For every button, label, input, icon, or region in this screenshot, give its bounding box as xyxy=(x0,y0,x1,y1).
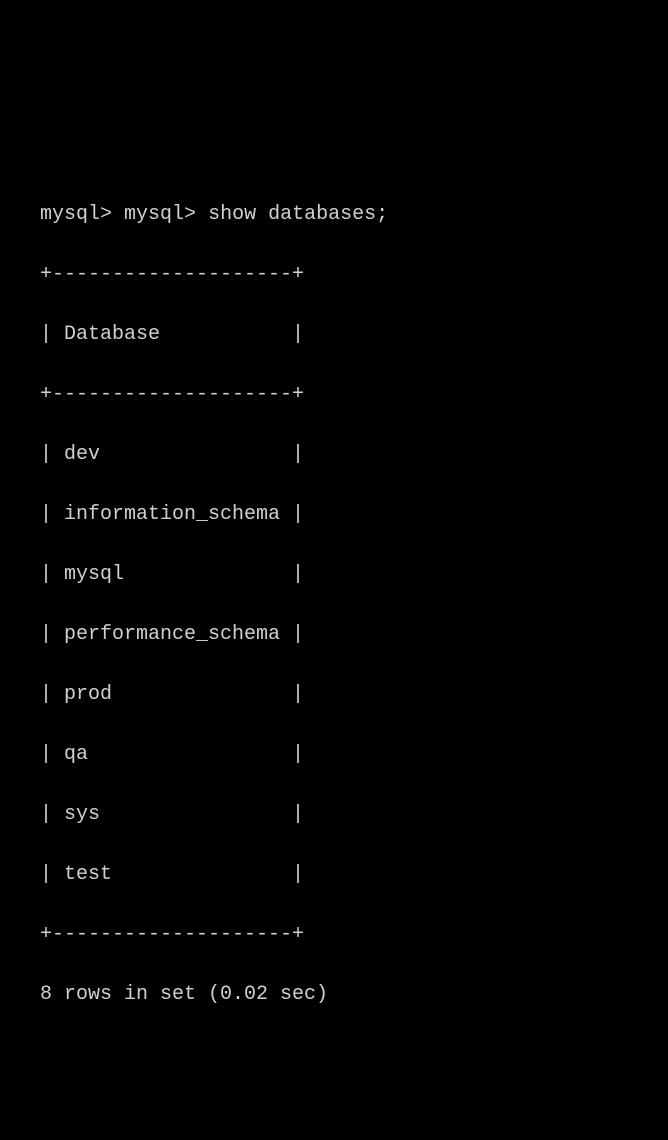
table-border-mid: +--------------------+ xyxy=(40,380,628,410)
command-line: mysql> mysql> show databases; xyxy=(40,200,628,230)
prompt: mysql> xyxy=(40,203,112,226)
table-border-top: +--------------------+ xyxy=(40,260,628,290)
result-footer: 8 rows in set (0.02 sec) xyxy=(40,980,628,1010)
prompt: mysql> xyxy=(124,203,196,226)
terminal-output[interactable]: mysql> mysql> show databases; +---------… xyxy=(40,170,628,1040)
table-row: | mysql | xyxy=(40,560,628,590)
table-row: | prod | xyxy=(40,680,628,710)
table-row: | qa | xyxy=(40,740,628,770)
table-row: | sys | xyxy=(40,800,628,830)
table-row: | dev | xyxy=(40,440,628,470)
table-header: | Database | xyxy=(40,320,628,350)
table-row: | test | xyxy=(40,860,628,890)
sql-command: show databases; xyxy=(208,203,388,226)
table-border-bottom: +--------------------+ xyxy=(40,920,628,950)
table-row: | information_schema | xyxy=(40,500,628,530)
table-row: | performance_schema | xyxy=(40,620,628,650)
